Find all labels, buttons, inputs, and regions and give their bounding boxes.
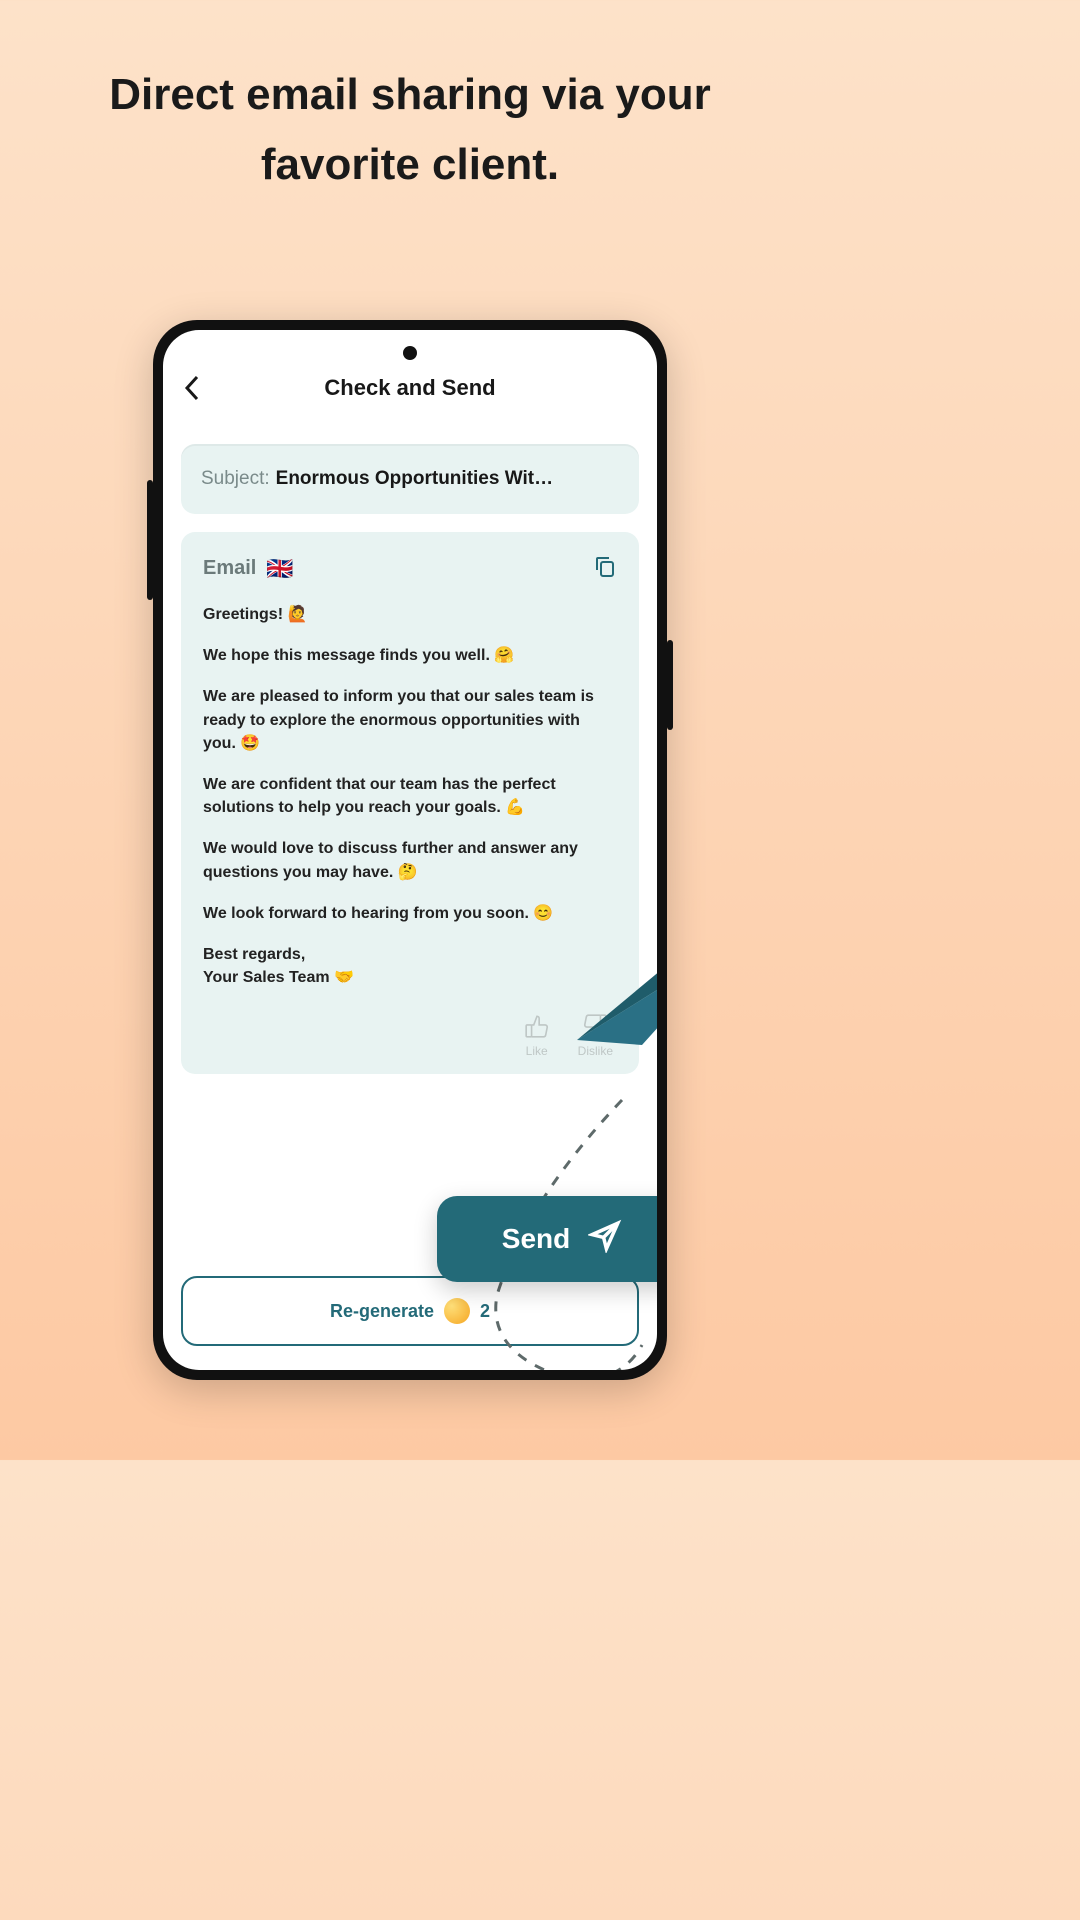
send-button[interactable]: Send [437,1196,657,1282]
page-title: Check and Send [215,375,605,401]
subject-card[interactable]: Subject: Enormous Opportunities Wit… [181,444,639,514]
back-icon[interactable] [183,374,215,402]
like-label: Like [526,1044,548,1058]
send-icon [588,1219,622,1260]
paper-plane-icon [567,870,657,1070]
screen: Check and Send Subject: Enormous Opportu… [163,330,657,1370]
regenerate-count: 2 [480,1301,490,1322]
like-button[interactable]: Like [524,1013,550,1058]
send-label: Send [502,1223,570,1255]
email-paragraph: Best regards, Your Sales Team 🤝 [203,943,617,989]
email-paragraph: We hope this message finds you well. 🤗 [203,644,617,667]
language-flag-icon[interactable]: 🇬🇧 [266,556,293,582]
content: Subject: Enormous Opportunities Wit… Ema… [163,420,657,1260]
side-button [147,480,153,600]
regenerate-button[interactable]: Re-generate 2 [181,1276,639,1346]
subject-label: Subject: [201,468,270,490]
email-paragraph: We are confident that our team has the p… [203,773,617,819]
phone-frame: Check and Send Subject: Enormous Opportu… [153,320,667,1380]
copy-icon[interactable] [593,554,617,583]
subject-value: Enormous Opportunities Wit… [276,468,619,490]
feedback-row: Like Dislike [203,1007,617,1060]
email-label: Email [203,557,256,580]
page-headline: Direct email sharing via your favorite c… [0,0,820,241]
email-body: Greetings! 🙋 We hope this message finds … [203,603,617,989]
regenerate-label: Re-generate [330,1301,434,1322]
top-bar: Check and Send [163,330,657,420]
coin-icon [444,1298,470,1324]
camera-notch [403,346,417,360]
email-paragraph: Greetings! 🙋 [203,603,617,626]
email-paragraph: We are pleased to inform you that our sa… [203,685,617,755]
email-paragraph: We would love to discuss further and ans… [203,837,617,883]
email-header: Email 🇬🇧 [203,554,617,583]
side-button [667,640,673,730]
thumbs-up-icon [524,1013,550,1042]
email-paragraph: We look forward to hearing from you soon… [203,902,617,925]
